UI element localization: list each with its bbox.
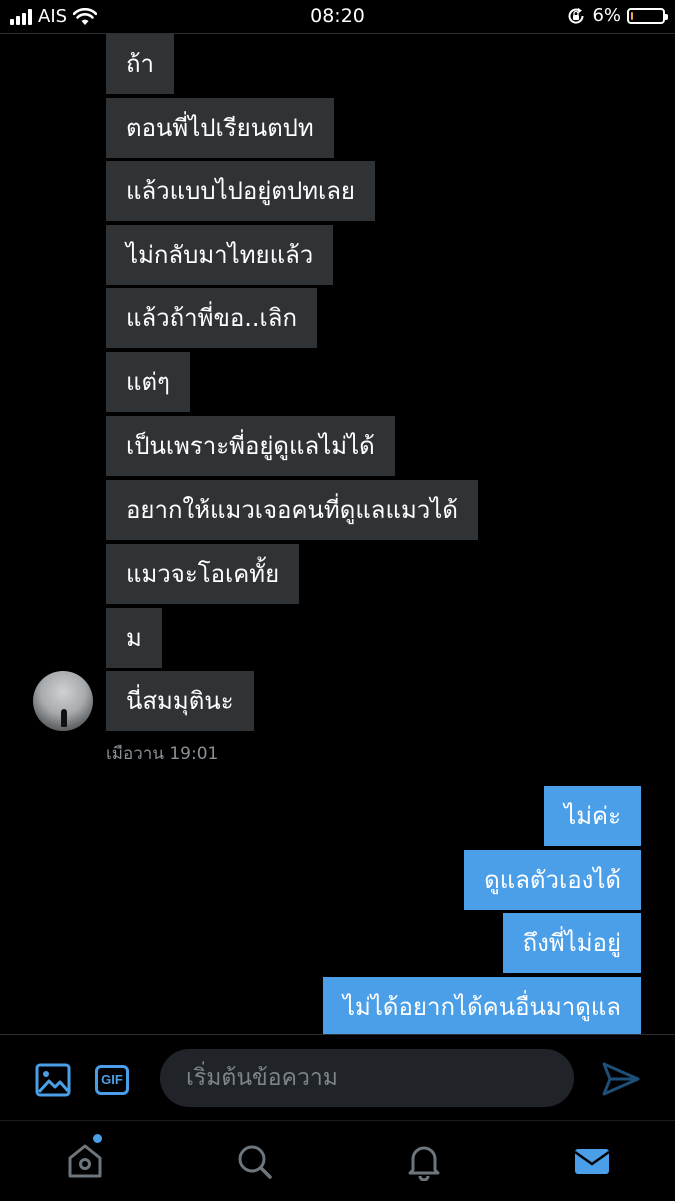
outgoing-message[interactable]: ถึงพี่ไม่อยู่ (502, 913, 641, 973)
gif-icon[interactable]: GIF (95, 1065, 129, 1095)
outgoing-message[interactable]: ไม่ค่ะ (544, 786, 641, 846)
mail-icon[interactable] (572, 1141, 612, 1181)
incoming-message[interactable]: แมวจะโอเคทั้ย (106, 544, 300, 604)
bell-icon[interactable] (404, 1141, 444, 1181)
status-right: 6% (566, 5, 668, 26)
conversation[interactable]: ถ้า ตอนพี่ไปเรียนตปท แล้วแบบไปอยู่ตปทเลย… (0, 34, 675, 1034)
outgoing-message[interactable]: ดูแลตัวเองได้ (464, 850, 641, 910)
home-icon[interactable] (65, 1141, 105, 1181)
message-composer: GIF (0, 1034, 675, 1121)
battery-level (631, 11, 633, 20)
send-icon[interactable] (601, 1061, 641, 1097)
incoming-message[interactable]: แล้วถ้าพี่ขอ..เลิก (106, 288, 317, 348)
image-icon[interactable] (35, 1063, 71, 1097)
incoming-message[interactable]: นี่สมมุตินะ (106, 671, 254, 731)
incoming-message[interactable]: อยากให้แมวเจอคนที่ดูแลแมวได้ (106, 480, 478, 540)
incoming-message[interactable]: ม (106, 608, 162, 668)
avatar[interactable] (33, 671, 93, 731)
rotation-lock-icon (568, 7, 584, 24)
tab-bar (0, 1120, 675, 1201)
message-input[interactable] (160, 1049, 574, 1107)
search-icon[interactable] (234, 1141, 274, 1181)
notification-dot (93, 1134, 102, 1143)
message-timestamp: เมือวาน 19:01 (106, 744, 219, 764)
battery-icon (627, 7, 668, 24)
battery-percent: 6% (592, 5, 621, 26)
incoming-message[interactable]: ไม่กลับมาไทยแล้ว (106, 225, 334, 285)
incoming-message[interactable]: ตอนพี่ไปเรียนตปท (106, 98, 334, 158)
incoming-message[interactable]: เป็นเพราะพี่อยู่ดูแลไม่ได้ (106, 416, 395, 476)
incoming-message[interactable]: แต่ๆ (106, 352, 190, 412)
avatar-figure (61, 709, 67, 727)
status-bar: AIS 08:20 6% (0, 0, 675, 34)
incoming-message[interactable]: ถ้า (106, 34, 175, 94)
incoming-message[interactable]: แล้วแบบไปอยู่ตปทเลย (106, 161, 375, 221)
outgoing-message[interactable]: ไม่ได้อยากได้คนอื่นมาดูแล (322, 977, 641, 1034)
